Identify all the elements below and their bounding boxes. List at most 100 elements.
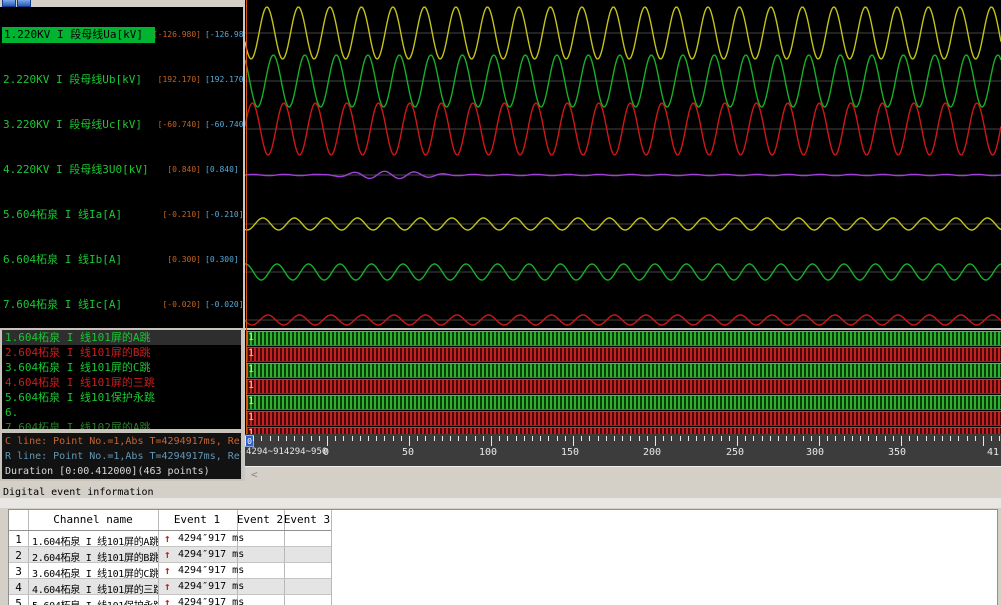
ref-value: [192.170] [205, 72, 243, 88]
ruler-tick [352, 436, 353, 441]
analog-channel-row[interactable]: 2.220KV I 段母线Ub[kV][192.170][192.170] [0, 72, 243, 88]
ref-value: [-126.980] [205, 27, 243, 43]
toolbar-button-1[interactable] [2, 0, 16, 7]
table-channel-name[interactable]: 3.604柘泉 I 线101屏的C跳 [32, 565, 158, 580]
event-info-title: Digital event information [3, 487, 154, 498]
event1-time: 4294″917 ms [178, 581, 244, 592]
digital-trace-bar: 1 [246, 347, 1001, 362]
analog-channel-row[interactable]: 4.220KV I 段母线3U0[kV][0.840][0.840] [0, 162, 243, 178]
ruler-tick [507, 436, 508, 441]
ruler-tick [860, 436, 861, 441]
ruler-tick [917, 436, 918, 441]
table-channel-name[interactable]: 1.604柘泉 I 线101屏的A跳 [32, 533, 158, 548]
digital-trace-bar: 1 [246, 363, 1001, 378]
ruler-tick [671, 436, 672, 441]
digital-trace-pane[interactable]: 1111111 [245, 330, 1001, 434]
table-channel-name[interactable]: 5.604柘泉 I 线101保护永跳 [32, 597, 158, 605]
digital-channel-label[interactable]: 6. [2, 405, 241, 420]
ruler-tick [499, 436, 500, 441]
ruler-tick [278, 436, 279, 441]
ruler-tick [491, 436, 492, 446]
table-grid-vline [28, 510, 29, 605]
ruler-tick [909, 436, 910, 441]
digital-event-table[interactable]: Channel nameEvent 1Event 2Event 311.604柘… [8, 509, 998, 605]
ruler-tick [876, 436, 877, 441]
ruler-tick [655, 436, 656, 446]
analog-channel-label[interactable]: 5.604柘泉 I 线Ia[A] [3, 207, 122, 223]
ruler-time-label: 350 [888, 447, 906, 458]
ruler-tick [393, 436, 394, 441]
ruler-tick [680, 436, 681, 441]
ruler-time-label: 300 [806, 447, 824, 458]
waveform-analyzer-window: 1.220KV I 段母线Ua[kV][-126.980][-126.980] 2… [0, 0, 1001, 605]
ruler-tick [409, 436, 410, 446]
ruler-tick [967, 436, 968, 441]
c-line-status: C line: Point No.=1,Abs T=4294917ms, Rel… [5, 436, 243, 447]
ref-value: [0.300] [205, 252, 243, 268]
digital-state-value: 1 [248, 427, 254, 434]
analog-channel-row[interactable]: 3.220KV I 段母线Uc[kV][-60.740][-60.740] [0, 117, 243, 133]
ruler-tick [286, 436, 287, 441]
digital-channel-label[interactable]: 1.604柘泉 I 线101屏的A跳 [2, 330, 241, 345]
ruler-tick [950, 436, 951, 441]
ruler-tick [245, 436, 246, 446]
ruler-tick [745, 436, 746, 441]
ruler-tick [606, 436, 607, 441]
time-ruler[interactable]: 0 4294~914294~95005010015020025030035041 [245, 434, 1001, 466]
digital-state-value: 1 [248, 395, 254, 408]
digital-state-value: 1 [248, 411, 254, 424]
digital-state-value: 1 [248, 379, 254, 392]
digital-label-list[interactable]: 1.604柘泉 I 线101屏的A跳2.604柘泉 I 线101屏的B跳3.60… [0, 328, 243, 431]
ruler-tick [327, 436, 328, 446]
ruler-tick [885, 436, 886, 441]
horizontal-scrollbar[interactable]: < [245, 466, 1001, 482]
ruler-tick [704, 436, 705, 441]
ruler-time-label: 150 [561, 447, 579, 458]
ruler-tick [261, 436, 262, 441]
digital-state-value: 1 [248, 363, 254, 376]
table-channel-name[interactable]: 4.604柘泉 I 线101屏的三跳 [32, 581, 158, 596]
digital-trace-bar: 1 [246, 395, 1001, 410]
ruler-tick [532, 436, 533, 441]
digital-channel-label[interactable]: 2.604柘泉 I 线101屏的B跳 [2, 345, 241, 360]
analog-channel-row[interactable]: 7.604柘泉 I 线Ic[A][-0.020][-0.020] [0, 297, 243, 313]
ruler-tick [360, 436, 361, 441]
digital-channel-label[interactable]: 4.604柘泉 I 线101屏的三跳 [2, 375, 241, 390]
ruler-tick [450, 436, 451, 441]
scroll-left-arrow-icon[interactable]: < [251, 468, 258, 481]
table-row-number: 4 [9, 581, 28, 594]
ruler-tick [401, 436, 402, 441]
digital-channel-label[interactable]: 3.604柘泉 I 线101屏的C跳 [2, 360, 241, 375]
analog-channel-label[interactable]: 7.604柘泉 I 线Ic[A] [3, 297, 122, 313]
analog-waveform-canvas[interactable] [245, 0, 1001, 328]
ruler-tick [811, 436, 812, 441]
event-rising-arrow-icon: ↑ [164, 596, 171, 605]
analog-channel-row[interactable]: 5.604柘泉 I 线Ia[A][-0.210][-0.210] [0, 207, 243, 223]
ref-value: [-0.020] [205, 297, 243, 313]
digital-trace-bar: 1 [246, 331, 1001, 346]
ruler-tick [319, 436, 320, 441]
ruler-time-label: 250 [726, 447, 744, 458]
digital-channel-label[interactable]: 5.604柘泉 I 线101保护永跳 [2, 390, 241, 405]
analog-channel-row[interactable]: 6.604柘泉 I 线Ib[A][0.300][0.300] [0, 252, 243, 268]
analog-channel-label[interactable]: 6.604柘泉 I 线Ib[A] [3, 252, 122, 268]
ruler-tick [803, 436, 804, 441]
ruler-tick [942, 436, 943, 441]
ruler-tick [270, 436, 271, 441]
table-channel-name[interactable]: 2.604柘泉 I 线101屏的B跳 [32, 549, 158, 564]
event-info-strip [0, 498, 1001, 508]
digital-state-value: 1 [248, 347, 254, 360]
ruler-tick [302, 436, 303, 441]
ruler-tick [999, 436, 1000, 441]
digital-channel-label[interactable]: 7.604柘泉 I 线102屏的A跳 [2, 420, 241, 431]
toolbar-button-2[interactable] [17, 0, 31, 7]
ruler-tick [311, 436, 312, 441]
ruler-tick [852, 436, 853, 441]
ruler-tick [589, 436, 590, 441]
waveform-panel[interactable]: 1111111 0 4294~914294~950050100150200250… [245, 0, 1001, 481]
analog-channel-row[interactable]: 1.220KV I 段母线Ua[kV][-126.980][-126.980] [0, 27, 243, 43]
ruler-tick [770, 436, 771, 441]
ruler-tick [639, 436, 640, 441]
ruler-tick [901, 436, 902, 446]
time-cursor-line[interactable] [246, 0, 247, 434]
